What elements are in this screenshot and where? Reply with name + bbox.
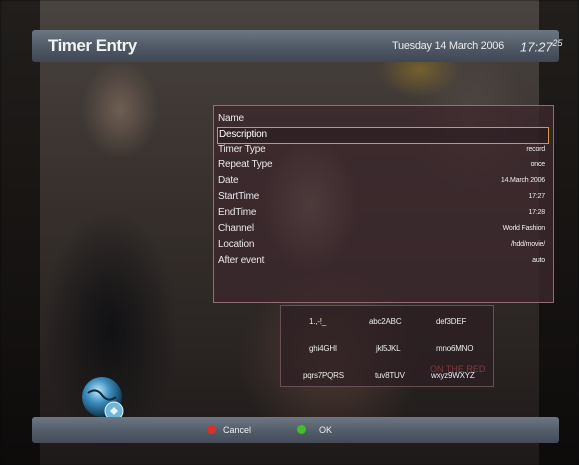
row-label: Name [218, 113, 244, 124]
row-label: Timer Type [218, 144, 266, 155]
row-label: EndTime [218, 207, 257, 218]
row-label: After event [218, 255, 265, 266]
key-8[interactable]: tuv8TUV [375, 371, 405, 380]
timer-entry-panel: Name Description Timer Type record Repea… [213, 105, 554, 303]
row-value: 14.March 2006 [500, 177, 545, 184]
row-end-time[interactable]: EndTime 17:28 [217, 206, 547, 221]
green-button-icon[interactable] [297, 425, 306, 434]
red-button-icon[interactable] [207, 425, 216, 434]
row-label: StartTime [218, 191, 260, 202]
key-5[interactable]: jkl5JKL [376, 344, 401, 353]
row-label: Location [218, 239, 255, 250]
row-label: Date [218, 175, 239, 186]
row-label: Channel [218, 223, 254, 234]
header-bar: Timer Entry Tuesday 14 March 2006 17:272… [32, 30, 563, 62]
row-channel[interactable]: Channel World Fashion [217, 222, 547, 237]
time-hours-minutes: 17:27 [520, 39, 553, 55]
key-6[interactable]: mno6MNO [436, 344, 473, 353]
row-repeat-type[interactable]: Repeat Type once [217, 158, 547, 173]
left-border [0, 0, 40, 465]
row-value: 17:27 [528, 193, 545, 200]
row-value: 17:28 [528, 209, 545, 216]
row-value: record [526, 146, 545, 153]
row-date[interactable]: Date 14.March 2006 [217, 174, 547, 189]
key-2[interactable]: abc2ABC [369, 317, 402, 326]
row-after-event[interactable]: After event auto [217, 254, 547, 269]
row-value: once [530, 161, 546, 168]
row-location[interactable]: Location /hdd/movie/ [217, 238, 547, 253]
tv-screen: Timer Entry Tuesday 14 March 2006 17:272… [0, 0, 579, 465]
page-title: Timer Entry [48, 36, 137, 55]
time-seconds: 25 [552, 38, 563, 48]
row-start-time[interactable]: StartTime 17:27 [217, 190, 547, 205]
row-description[interactable]: Description [217, 127, 549, 144]
key-4[interactable]: ghi4GHI [309, 344, 337, 353]
key-3[interactable]: def3DEF [436, 317, 466, 326]
key-1[interactable]: 1.,-!_ [309, 317, 326, 326]
cancel-button[interactable]: Cancel [223, 425, 251, 435]
row-value: /hdd/movie/ [511, 241, 545, 248]
keypad-help: 1.,-!_ abc2ABC def3DEF ghi4GHI jkl5JKL m… [280, 305, 494, 387]
row-label: Description [219, 129, 267, 140]
ok-button[interactable]: OK [319, 425, 332, 435]
row-name[interactable]: Name [217, 112, 547, 127]
footer-bar: Cancel OK [32, 417, 559, 443]
row-timer-type[interactable]: Timer Type record [217, 143, 547, 158]
background-caption: ON THE RED [430, 364, 486, 374]
row-value: World Fashion [502, 225, 546, 232]
key-7[interactable]: pqrs7PQRS [303, 371, 344, 380]
row-label: Repeat Type [218, 159, 273, 170]
current-time: 17:2725 [520, 38, 563, 54]
current-date: Tuesday 14 March 2006 [392, 40, 504, 52]
row-value: auto [532, 257, 545, 264]
